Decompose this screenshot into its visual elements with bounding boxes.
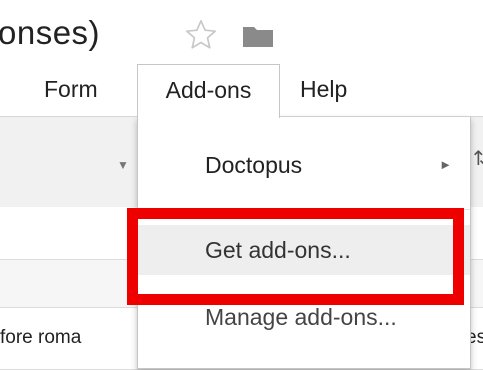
toolbar-edge-icon[interactable]: ⇅ xyxy=(473,146,483,171)
menu-help[interactable]: Help xyxy=(300,64,347,114)
star-icon[interactable] xyxy=(184,18,218,52)
highlight-annotation xyxy=(127,208,464,305)
menu-item-label: Doctopus xyxy=(205,152,303,178)
menu-form[interactable]: Form xyxy=(44,64,98,114)
menu-add-ons[interactable]: Add-ons xyxy=(137,64,280,118)
triangle-right-icon: ► xyxy=(439,157,452,172)
document-title[interactable]: onses) xyxy=(0,14,100,52)
menu-bar: Form Add-ons Help xyxy=(0,64,483,118)
sheet-cell[interactable]: fore roma xyxy=(0,327,81,349)
menu-item-doctopus[interactable]: Doctopus ► xyxy=(138,145,470,185)
folder-icon[interactable] xyxy=(242,24,274,48)
triangle-down-icon[interactable]: ▼ xyxy=(117,158,129,172)
